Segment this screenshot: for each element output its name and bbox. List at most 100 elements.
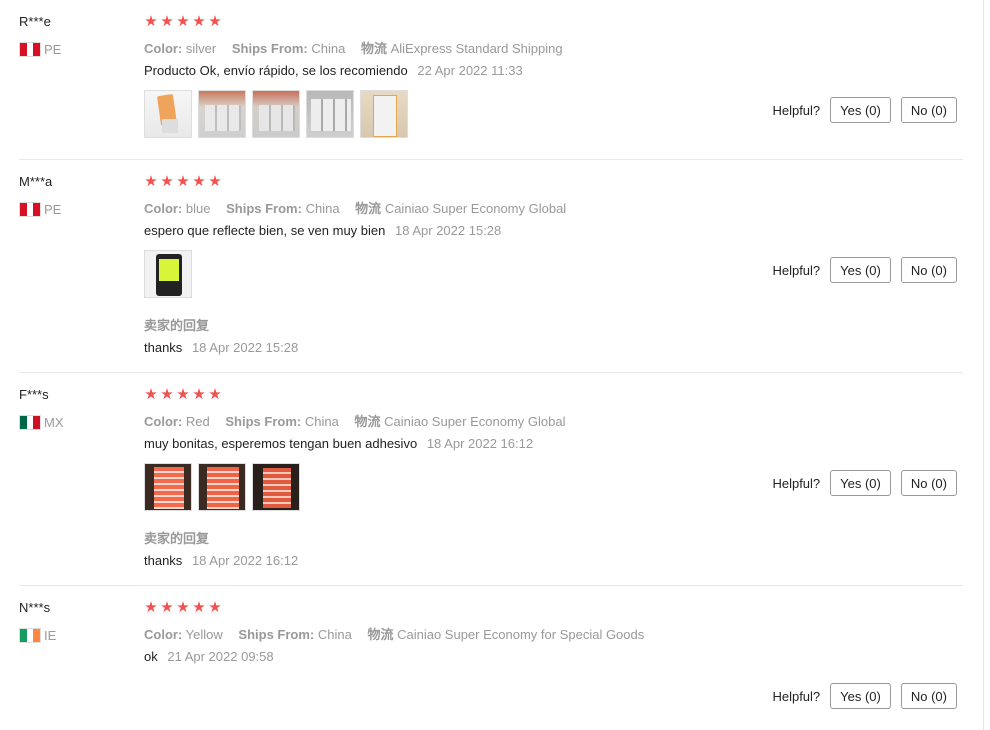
review-item: F***s MX ★ ★ ★ ★ ★ Color: Red Ships From… [0, 373, 963, 586]
ships-from-label: Ships From: [226, 201, 302, 216]
review-item: N***s IE ★ ★ ★ ★ ★ Color: Yellow Ships F… [0, 586, 963, 730]
country-code: IE [44, 627, 57, 643]
review-photo-thumbnail[interactable] [144, 250, 192, 298]
order-meta: Color: Yellow Ships From: China 物流 Caini… [144, 624, 644, 643]
country-code: MX [44, 414, 64, 430]
star-icon: ★ [144, 13, 158, 30]
helpful-votes: Helpful? Yes (0) No (0) [772, 683, 957, 709]
reviewer-country: PE [19, 41, 61, 57]
helpful-yes-button[interactable]: Yes (0) [830, 470, 891, 496]
helpful-label: Helpful? [772, 475, 821, 491]
helpful-no-button[interactable]: No (0) [900, 257, 957, 283]
seller-reply-text: thanks [144, 340, 183, 355]
review-photo-thumbnail[interactable] [144, 90, 192, 138]
star-rating: ★ ★ ★ ★ ★ [144, 174, 222, 190]
logistics-label: 物流 [367, 627, 394, 642]
review-photo-thumbnail[interactable] [252, 463, 300, 511]
helpful-no-button[interactable]: No (0) [900, 683, 957, 709]
helpful-yes-button[interactable]: Yes (0) [830, 97, 891, 123]
helpful-votes: Helpful? Yes (0) No (0) [772, 470, 957, 496]
helpful-label: Helpful? [772, 102, 821, 118]
star-rating: ★ ★ ★ ★ ★ [144, 600, 222, 616]
reviewer-name: F***s [19, 387, 49, 402]
review-body: espero que reflecte bien, se ven muy bie… [144, 223, 386, 238]
seller-reply-title: 卖家的回复 [144, 318, 210, 333]
review-date: 21 Apr 2022 09:58 [167, 649, 274, 664]
review-photos [144, 463, 300, 511]
star-icon: ★ [192, 599, 206, 616]
star-icon: ★ [160, 13, 174, 30]
reviewer-country: MX [19, 414, 64, 430]
review-photo-thumbnail[interactable] [144, 463, 192, 511]
review-text: ok 21 Apr 2022 09:58 [144, 649, 274, 664]
reviewer-name: N***s [19, 600, 51, 615]
star-icon: ★ [192, 13, 206, 30]
color-value: Red [185, 414, 210, 429]
ships-from-value: China [305, 201, 340, 216]
review-item: M***a PE ★ ★ ★ ★ ★ Color: blue Ships Fro… [0, 160, 963, 373]
star-icon: ★ [144, 386, 158, 403]
star-icon: ★ [208, 386, 222, 403]
ships-from-label: Ships From: [231, 41, 308, 56]
review-photo-thumbnail[interactable] [306, 90, 354, 138]
helpful-no-button[interactable]: No (0) [900, 470, 957, 496]
reviewer-name: R***e [19, 14, 51, 29]
color-label: Color: [144, 414, 183, 429]
country-code: PE [44, 41, 62, 57]
star-icon: ★ [176, 173, 190, 190]
seller-reply: thanks 18 Apr 2022 16:12 [144, 553, 298, 568]
helpful-label: Helpful? [772, 688, 821, 704]
helpful-no-button[interactable]: No (0) [900, 97, 957, 123]
helpful-yes-button[interactable]: Yes (0) [830, 257, 891, 283]
review-photo-thumbnail[interactable] [360, 90, 408, 138]
color-value: silver [185, 41, 217, 56]
ships-from-value: China [311, 41, 346, 56]
review-date: 18 Apr 2022 16:12 [426, 436, 534, 451]
review-photos [144, 250, 192, 298]
color-label: Color: [144, 41, 183, 56]
helpful-yes-button[interactable]: Yes (0) [830, 683, 891, 709]
seller-reply: thanks 18 Apr 2022 15:28 [144, 340, 298, 355]
order-meta: Color: blue Ships From: China 物流 Cainiao… [144, 198, 566, 217]
review-photo-thumbnail[interactable] [198, 463, 246, 511]
seller-reply-date: 18 Apr 2022 16:12 [191, 553, 299, 568]
logistics-value: Cainiao Super Economy for Special Goods [397, 627, 645, 642]
star-icon: ★ [208, 173, 222, 190]
flag-icon [19, 41, 41, 57]
logistics-label: 物流 [355, 201, 382, 216]
seller-reply-title: 卖家的回复 [144, 531, 210, 546]
star-icon: ★ [160, 386, 174, 403]
color-value: blue [185, 201, 211, 216]
star-icon: ★ [176, 599, 190, 616]
ships-from-label: Ships From: [238, 627, 315, 642]
reviewer-country: PE [19, 201, 61, 217]
logistics-label: 物流 [354, 414, 381, 429]
review-text: Producto Ok, envío rápido, se los recomi… [144, 63, 523, 78]
helpful-votes: Helpful? Yes (0) No (0) [772, 97, 957, 123]
star-rating: ★ ★ ★ ★ ★ [144, 387, 222, 403]
logistics-value: Cainiao Super Economy Global [384, 414, 566, 429]
review-body: ok [144, 649, 158, 664]
star-icon: ★ [192, 386, 206, 403]
flag-icon [19, 201, 41, 217]
star-icon: ★ [208, 13, 222, 30]
star-icon: ★ [176, 13, 190, 30]
seller-reply-date: 18 Apr 2022 15:28 [191, 340, 299, 355]
review-text: muy bonitas, esperemos tengan buen adhes… [144, 436, 533, 451]
ships-from-value: China [304, 414, 339, 429]
ships-from-label: Ships From: [225, 414, 302, 429]
star-icon: ★ [176, 386, 190, 403]
review-photo-thumbnail[interactable] [252, 90, 300, 138]
helpful-votes: Helpful? Yes (0) No (0) [772, 257, 957, 283]
star-icon: ★ [160, 173, 174, 190]
review-photo-thumbnail[interactable] [198, 90, 246, 138]
color-value: Yellow [185, 627, 223, 642]
color-label: Color: [144, 201, 183, 216]
logistics-value: Cainiao Super Economy Global [384, 201, 567, 216]
logistics-label: 物流 [360, 41, 387, 56]
star-icon: ★ [192, 173, 206, 190]
color-label: Color: [144, 627, 183, 642]
logistics-value: AliExpress Standard Shipping [390, 41, 563, 56]
order-meta: Color: Red Ships From: China 物流 Cainiao … [144, 411, 565, 430]
review-item: R***e PE ★ ★ ★ ★ ★ Color: silver Ships F… [0, 0, 963, 160]
